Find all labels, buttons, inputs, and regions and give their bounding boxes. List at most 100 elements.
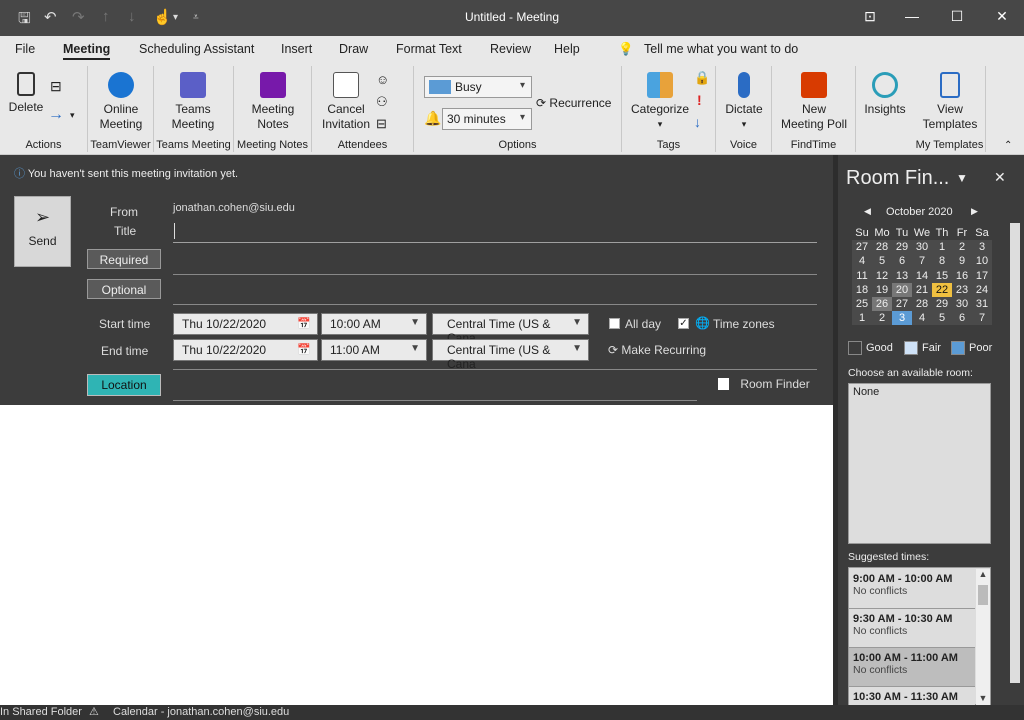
chevron-down-icon[interactable]: ▼ bbox=[956, 171, 968, 185]
location-input[interactable] bbox=[173, 400, 697, 401]
calendar-day[interactable]: 1 bbox=[932, 240, 952, 255]
required-button[interactable]: Required bbox=[87, 249, 161, 269]
calendar-day[interactable]: 4 bbox=[852, 254, 872, 269]
delete-button[interactable]: Delete bbox=[8, 72, 44, 115]
all-day-checkbox[interactable] bbox=[609, 318, 620, 329]
new-meeting-poll-button[interactable]: New Meeting Poll bbox=[778, 72, 850, 132]
meeting-notes-button[interactable]: Meeting Notes bbox=[246, 72, 300, 132]
calendar-day[interactable]: 26 bbox=[872, 296, 892, 312]
scroll-thumb[interactable] bbox=[978, 585, 988, 605]
pane-scrollbar[interactable] bbox=[1010, 223, 1020, 683]
calendar-day[interactable]: 29 bbox=[892, 240, 912, 255]
tab-review[interactable]: Review bbox=[490, 42, 531, 56]
calendar-day[interactable]: 6 bbox=[892, 254, 912, 269]
tell-me-input[interactable]: Tell me what you want to do bbox=[644, 42, 798, 56]
calendar-day[interactable]: 2 bbox=[952, 240, 972, 255]
online-meeting-button[interactable]: Online Meeting bbox=[94, 72, 148, 132]
calendar-day[interactable]: 3 bbox=[972, 240, 992, 255]
end-timezone-select[interactable]: Central Time (US & Cana ▼ bbox=[432, 339, 589, 371]
start-time-select[interactable]: 10:00 AM ▼ bbox=[321, 313, 427, 335]
teams-meeting-button[interactable]: Teams Meeting bbox=[166, 72, 220, 132]
collapse-ribbon-icon[interactable]: ⌃ bbox=[1004, 140, 1012, 151]
message-body[interactable] bbox=[0, 405, 833, 705]
dictate-button[interactable]: Dictate ▾ bbox=[720, 72, 768, 132]
time-zones-checkbox[interactable]: ✓ bbox=[678, 318, 689, 329]
calendar-day-today[interactable]: 22 bbox=[932, 282, 952, 297]
tab-file[interactable]: File bbox=[15, 42, 35, 56]
title-input[interactable] bbox=[173, 242, 817, 243]
send-button[interactable]: ➢ Send bbox=[14, 196, 71, 267]
room-list[interactable]: None bbox=[848, 383, 991, 544]
private-lock-icon[interactable]: 🔒 bbox=[694, 70, 710, 86]
start-date-picker[interactable]: Thu 10/22/2020 📅 bbox=[173, 313, 318, 335]
prev-month-icon[interactable]: ◀ bbox=[864, 206, 871, 217]
categorize-button[interactable]: Categorize ▾ bbox=[630, 72, 690, 132]
calendar-day[interactable]: 5 bbox=[872, 254, 892, 269]
insights-button[interactable]: Insights bbox=[860, 72, 910, 117]
suggestion-item[interactable]: 10:30 AM - 11:30 AM bbox=[849, 686, 975, 705]
recurrence-button[interactable]: ⟳ Recurrence bbox=[536, 96, 611, 110]
chevron-down-icon[interactable]: ▾ bbox=[70, 110, 75, 121]
calendar-day[interactable]: 28 bbox=[912, 296, 932, 312]
minimize-button[interactable]: — bbox=[897, 8, 927, 24]
required-input[interactable] bbox=[173, 274, 817, 275]
suggestion-item[interactable]: 9:30 AM - 10:30 AM No conflicts bbox=[849, 608, 975, 647]
calendar-day[interactable]: 21 bbox=[912, 282, 932, 297]
cancel-invitation-button[interactable]: Cancel Invitation bbox=[318, 72, 374, 132]
calendar-day[interactable]: 18 bbox=[852, 282, 872, 297]
low-importance-icon[interactable]: ↓ bbox=[694, 114, 701, 130]
calendar-day[interactable]: 16 bbox=[952, 268, 972, 283]
calendar-day[interactable]: 6 bbox=[952, 311, 972, 326]
response-options-icon[interactable]: ⊟ bbox=[376, 116, 387, 132]
check-names-icon[interactable]: ⚇ bbox=[376, 94, 388, 110]
calendar-day[interactable]: 30 bbox=[952, 296, 972, 312]
address-book-icon[interactable]: ☺ bbox=[376, 72, 389, 87]
optional-input[interactable] bbox=[173, 304, 817, 305]
close-pane-icon[interactable]: ✕ bbox=[994, 169, 1006, 186]
end-time-select[interactable]: 11:00 AM ▼ bbox=[321, 339, 427, 361]
tab-help[interactable]: Help bbox=[554, 42, 580, 56]
scroll-down-icon[interactable]: ▼ bbox=[976, 693, 990, 703]
calendar-day[interactable]: 1 bbox=[852, 311, 872, 326]
from-value[interactable]: jonathan.cohen@siu.edu bbox=[173, 202, 295, 214]
suggestion-item[interactable]: 9:00 AM - 10:00 AM No conflicts bbox=[849, 569, 975, 608]
suggestions-scrollbar[interactable]: ▲ ▼ bbox=[976, 569, 990, 705]
calendar-day-selected[interactable]: 3 bbox=[892, 311, 912, 326]
high-importance-icon[interactable]: ! bbox=[697, 92, 702, 108]
maximize-button[interactable]: ☐ bbox=[942, 8, 972, 25]
tab-format-text[interactable]: Format Text bbox=[396, 42, 462, 56]
calendar-day[interactable]: 9 bbox=[952, 254, 972, 269]
calendar-icon[interactable]: 📅 bbox=[297, 317, 311, 330]
calendar-day[interactable]: 13 bbox=[892, 268, 912, 283]
room-none-item[interactable]: None bbox=[853, 386, 879, 398]
calendar-day[interactable]: 11 bbox=[852, 268, 872, 283]
next-month-icon[interactable]: ▶ bbox=[971, 206, 978, 217]
tab-draw[interactable]: Draw bbox=[339, 42, 368, 56]
calendar-day[interactable]: 30 bbox=[912, 240, 932, 255]
calendar-day[interactable]: 4 bbox=[912, 311, 932, 326]
forward-icon[interactable]: → bbox=[48, 106, 64, 124]
calendar-day[interactable]: 14 bbox=[912, 268, 932, 283]
make-recurring-button[interactable]: ⟳ Make Recurring bbox=[608, 343, 706, 357]
optional-button[interactable]: Optional bbox=[87, 279, 161, 299]
calendar-day[interactable]: 8 bbox=[932, 254, 952, 269]
calendar-day[interactable]: 27 bbox=[852, 240, 872, 255]
calendar-day[interactable]: 23 bbox=[952, 282, 972, 297]
calendar-icon[interactable]: ⊟ bbox=[50, 78, 62, 95]
calendar-icon[interactable]: 📅 bbox=[297, 343, 311, 356]
calendar-day[interactable]: 15 bbox=[932, 268, 952, 283]
scroll-up-icon[interactable]: ▲ bbox=[976, 569, 990, 579]
room-finder-button[interactable]: Room Finder bbox=[718, 377, 810, 391]
calendar-day[interactable]: 24 bbox=[972, 282, 992, 297]
reminder-select[interactable]: 30 minutes ▾ bbox=[442, 108, 532, 130]
tab-insert[interactable]: Insert bbox=[281, 42, 312, 56]
ribbon-display-icon[interactable]: ⊡ bbox=[855, 8, 885, 25]
show-as-select[interactable]: Busy ▾ bbox=[424, 76, 532, 98]
calendar-day[interactable]: 5 bbox=[932, 311, 952, 326]
calendar-day[interactable]: 31 bbox=[972, 296, 992, 312]
tab-meeting[interactable]: Meeting bbox=[63, 42, 111, 60]
calendar-day[interactable]: 25 bbox=[852, 296, 872, 312]
start-timezone-select[interactable]: Central Time (US & Cana ▼ bbox=[432, 313, 589, 345]
calendar-day[interactable]: 19 bbox=[872, 282, 892, 297]
calendar-day[interactable]: 28 bbox=[872, 240, 892, 255]
